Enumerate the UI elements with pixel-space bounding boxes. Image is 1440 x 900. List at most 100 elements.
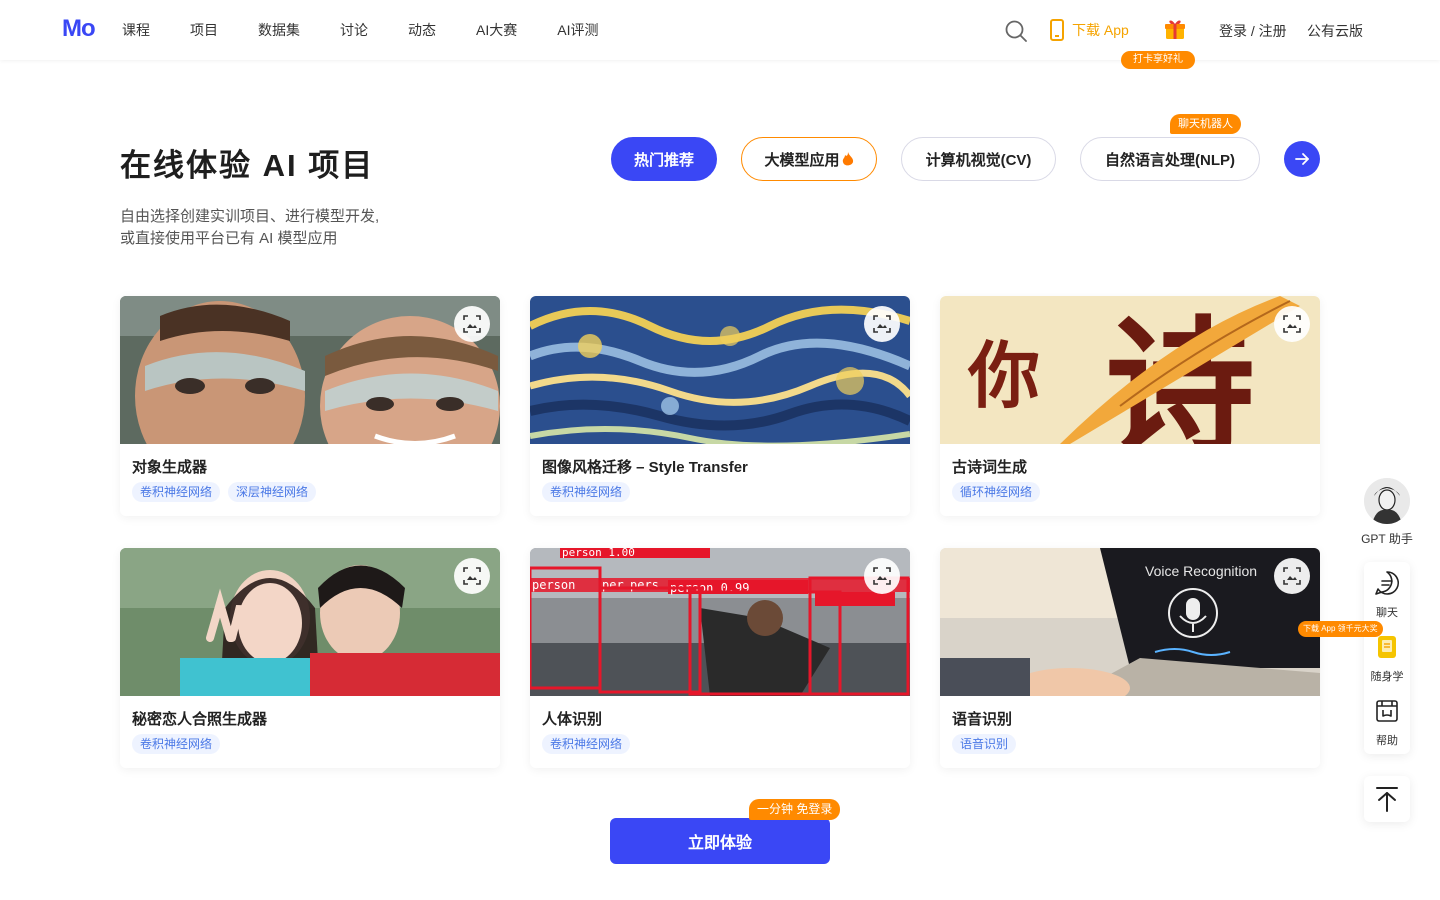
nav-item-datasets[interactable]: 数据集 xyxy=(258,20,300,40)
gpt-assistant-label: GPT 助手 xyxy=(1361,532,1413,546)
tag-chip[interactable]: 卷积神经网络 xyxy=(132,734,221,754)
card-tags: 卷积神经网络 xyxy=(542,482,638,502)
chat-icon xyxy=(1375,571,1399,595)
scan-icon[interactable] xyxy=(864,558,900,594)
scan-icon[interactable] xyxy=(454,558,490,594)
arrow-up-icon xyxy=(1376,787,1398,812)
nav-item-courses[interactable]: 课程 xyxy=(122,20,150,40)
voice-recognition-image: Voice Recognition xyxy=(940,548,1320,696)
scan-image-icon xyxy=(463,315,481,333)
starry-night-image xyxy=(530,296,910,444)
tag-chip[interactable]: 深层神经网络 xyxy=(228,482,317,502)
try-now-label: 立即体验 xyxy=(687,835,752,852)
nav-item-projects[interactable]: 项目 xyxy=(190,20,218,40)
tag-chip[interactable]: 卷积神经网络 xyxy=(542,482,631,502)
tag-chip[interactable]: 卷积神经网络 xyxy=(132,482,221,502)
top-nav-bar: Mo 课程 项目 数据集 讨论 动态 AI大赛 AI评测 下载 App 打卡享好… xyxy=(0,0,1440,69)
download-app-link[interactable]: 下载 App xyxy=(1050,19,1129,41)
scan-image-icon xyxy=(873,315,891,333)
tag-chip[interactable]: 循环神经网络 xyxy=(952,482,1041,502)
tag-chip[interactable]: 卷积神经网络 xyxy=(542,734,631,754)
logo-text: Mo xyxy=(62,15,96,42)
rail-chat-label: 聊天 xyxy=(1376,607,1398,619)
card-tags: 卷积神经网络 xyxy=(132,734,228,754)
scan-icon[interactable] xyxy=(864,306,900,342)
scan-icon[interactable] xyxy=(1274,306,1310,342)
tab-nlp-label: 自然语言处理(NLP) xyxy=(1105,151,1235,169)
card-thumbnail-faces xyxy=(120,296,500,444)
search-icon[interactable] xyxy=(1005,20,1027,42)
detection-label-1: person 1.00 xyxy=(562,548,635,559)
detection-label-5: person xyxy=(532,578,575,592)
rail-help-label: 帮助 xyxy=(1376,735,1398,747)
scan-icon[interactable] xyxy=(454,306,490,342)
site-logo[interactable]: Mo xyxy=(62,15,96,43)
tab-llm-apps[interactable]: 大模型应用 xyxy=(741,137,877,181)
tab-computer-vision[interactable]: 计算机视觉(CV) xyxy=(901,137,1056,181)
tab-hot-recommend-label: 热门推荐 xyxy=(633,151,694,169)
tab-nlp[interactable]: 自然语言处理(NLP) xyxy=(1080,137,1260,181)
faces-image xyxy=(120,296,500,444)
help-icon xyxy=(1376,700,1398,722)
gpt-avatar xyxy=(1364,478,1410,524)
detection-label-3: per xyxy=(602,578,624,592)
tabs-next-button[interactable] xyxy=(1284,141,1320,177)
nav-item-feed[interactable]: 动态 xyxy=(408,20,436,40)
card-title: 对象生成器 xyxy=(132,459,208,476)
card-tags: 卷积神经网络 深层神经网络 xyxy=(132,482,324,502)
no-login-badge: 一分钟 免登录 xyxy=(749,799,841,820)
phone-icon xyxy=(1050,19,1064,41)
poem-char-1: 你 xyxy=(967,333,1040,418)
couple-image xyxy=(120,548,500,696)
scan-image-icon xyxy=(1283,315,1301,333)
tag-chip[interactable]: 语音识别 xyxy=(952,734,1017,754)
project-card-human-detection[interactable]: person 1.00 person per pers person 0.99 … xyxy=(530,548,910,768)
tab-computer-vision-label: 计算机视觉(CV) xyxy=(925,151,1032,169)
main-nav: 课程 项目 数据集 讨论 动态 AI大赛 AI评测 xyxy=(122,0,638,60)
back-to-top-button[interactable] xyxy=(1364,776,1410,822)
rail-item-learn[interactable]: 随身学 xyxy=(1364,634,1410,684)
scan-image-icon xyxy=(1283,567,1301,585)
project-card-speech-recognition[interactable]: Voice Recognition 语音识别 语音识别 xyxy=(940,548,1320,768)
download-app-prize-badge: 下载 App 领千元大奖 xyxy=(1298,621,1383,637)
nav-item-discussions[interactable]: 讨论 xyxy=(340,20,368,40)
download-app-label: 下载 App xyxy=(1072,22,1129,38)
section-description-line-2: 或直接使用平台已有 AI 模型应用 xyxy=(120,230,338,247)
project-card-object-generator[interactable]: 对象生成器 卷积神经网络 深层神经网络 xyxy=(120,296,500,516)
voice-caption: Voice Recognition xyxy=(1145,563,1257,579)
card-title: 语音识别 xyxy=(952,711,1013,728)
try-now-button[interactable]: 立即体验 xyxy=(610,818,830,864)
scan-image-icon xyxy=(463,567,481,585)
card-tags: 循环神经网络 xyxy=(952,482,1048,502)
arrow-right-icon xyxy=(1295,153,1309,165)
login-register-link[interactable]: 登录 / 注册 xyxy=(1219,21,1287,41)
card-title: 图像风格迁移 – Style Transfer xyxy=(542,459,748,476)
tab-hot-recommend[interactable]: 热门推荐 xyxy=(611,137,717,181)
scan-image-icon xyxy=(873,567,891,585)
project-card-style-transfer[interactable]: 图像风格迁移 – Style Transfer 卷积神经网络 xyxy=(530,296,910,516)
card-thumbnail-starry xyxy=(530,296,910,444)
person-detection-image: person 1.00 person per pers person 0.99 xyxy=(530,548,910,696)
gpt-assistant-button[interactable]: GPT 助手 xyxy=(1357,478,1417,547)
gift-icon[interactable] xyxy=(1163,17,1187,41)
card-tags: 卷积神经网络 xyxy=(542,734,638,754)
project-card-couple-photo[interactable]: 秘密恋人合照生成器 卷积神经网络 xyxy=(120,548,500,768)
rail-item-help[interactable]: 帮助 xyxy=(1364,698,1410,748)
scan-icon[interactable] xyxy=(1274,558,1310,594)
nav-item-ai-eval[interactable]: AI评测 xyxy=(557,20,598,40)
fire-icon xyxy=(842,151,853,165)
section-description: 自由选择创建实训项目、进行模型开发, 或直接使用平台已有 AI 模型应用 xyxy=(120,206,440,250)
nav-item-ai-contest[interactable]: AI大赛 xyxy=(476,20,517,40)
card-title: 秘密恋人合照生成器 xyxy=(132,711,268,728)
section-description-line-1: 自由选择创建实训项目、进行模型开发, xyxy=(120,208,380,225)
card-title: 人体识别 xyxy=(542,711,603,728)
assistant-avatar-icon xyxy=(1364,478,1410,524)
public-cloud-link[interactable]: 公有云版 xyxy=(1307,21,1363,41)
card-thumbnail-detection: person 1.00 person per pers person 0.99 xyxy=(530,548,910,696)
project-card-poem-generator[interactable]: 你 诗 古诗词生成 循环神经网络 xyxy=(940,296,1320,516)
rail-item-chat[interactable]: 聊天 xyxy=(1364,570,1410,620)
calligraphy-image: 你 诗 xyxy=(940,296,1320,444)
side-tool-rail: 聊天 随身学 帮助 xyxy=(1364,562,1410,754)
checkin-gift-badge[interactable]: 打卡享好礼 xyxy=(1121,51,1195,69)
chatbot-badge: 聊天机器人 xyxy=(1170,114,1241,134)
